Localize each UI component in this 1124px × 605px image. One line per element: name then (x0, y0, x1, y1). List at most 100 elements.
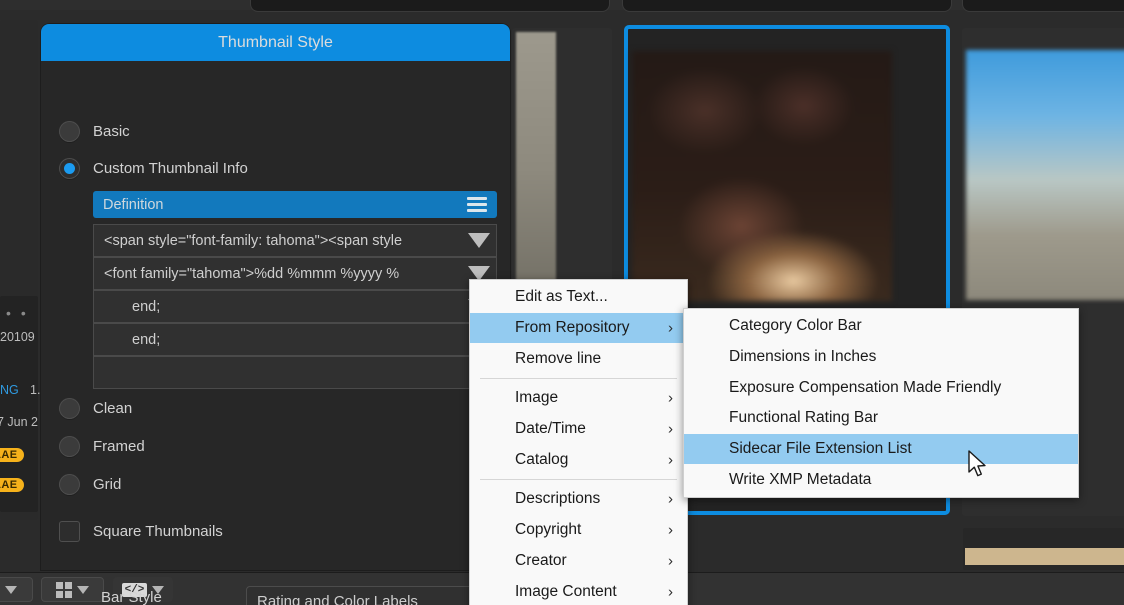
meta-left-size: 1. (30, 383, 41, 397)
thumbnail-style-dialog: Thumbnail Style Basic Custom Thumbnail I… (41, 24, 510, 605)
menu-separator-1 (480, 378, 677, 380)
thumbnail-image-3 (966, 50, 1124, 300)
grid-view-icon (56, 581, 72, 598)
meta-left-tag-2: AAE (0, 478, 25, 492)
definition-row-3-text: end; (132, 298, 161, 315)
chevron-dropdown-icon (4, 585, 17, 594)
menu-separator-2 (480, 479, 677, 481)
definition-row-1[interactable]: <span style="font-family: tahoma"><span … (93, 224, 497, 257)
radio-label-framed: Framed (93, 438, 145, 455)
rating-dots[interactable]: •• (6, 305, 36, 321)
menu-item-creator[interactable]: Creator › (470, 546, 687, 577)
radio-icon-basic[interactable] (59, 121, 80, 142)
context-menu: Edit as Text... From Repository › Remove… (469, 279, 688, 605)
radio-icon-framed[interactable] (59, 436, 80, 457)
thumbnail-card-top-2[interactable] (622, 0, 952, 12)
submenu-item-dimensions-in-inches[interactable]: Dimensions in Inches (684, 342, 1078, 373)
menu-item-image-content[interactable]: Image Content › (470, 576, 687, 605)
chevron-right-icon-4: › (668, 420, 673, 438)
chevron-right-icon-1: › (668, 319, 673, 337)
radio-icon-custom-thumbnail-info[interactable] (59, 158, 80, 179)
bar-style-label: Bar Style (101, 589, 162, 605)
radio-option-clean[interactable]: Clean (59, 398, 132, 419)
toolbar-button-grid-view[interactable] (41, 577, 104, 602)
toolbar-button-sort[interactable] (0, 577, 33, 602)
menu-item-label-8: Creator (515, 551, 567, 569)
menu-item-label-3: Image (515, 389, 559, 407)
submenu-item-label-3: Functional Rating Bar (729, 409, 879, 427)
dialog-body: Basic Custom Thumbnail Info Definition <… (41, 61, 510, 605)
meta-left-filename: 20109 (0, 330, 35, 344)
menu-item-copyright[interactable]: Copyright › (470, 515, 687, 546)
meta-left-tag-1: AAE (0, 448, 25, 462)
submenu-item-exposure-compensation-made-friendly[interactable]: Exposure Compensation Made Friendly (684, 372, 1078, 403)
color-label-bar (965, 548, 1124, 565)
menu-item-label-9: Image Content (515, 582, 617, 600)
chevron-right-icon-3: › (668, 389, 673, 407)
radio-option-custom-thumbnail-info[interactable]: Custom Thumbnail Info (59, 158, 248, 179)
definition-row-3[interactable]: end; (93, 290, 497, 323)
checkbox-icon-square-thumbnails[interactable] (59, 521, 80, 542)
definition-row-2-text: <font family="tahoma">%dd %mmm %yyyy % (104, 265, 400, 282)
definition-row-5[interactable] (93, 356, 497, 389)
menu-item-label-5: Catalog (515, 450, 569, 468)
radio-label-clean: Clean (93, 400, 133, 417)
radio-option-grid[interactable]: Grid (59, 474, 121, 495)
radio-option-framed[interactable]: Framed (59, 436, 145, 457)
checkbox-square-thumbnails[interactable]: Square Thumbnails (59, 521, 223, 542)
submenu-item-sidecar-file-extension-list[interactable]: Sidecar File Extension List (684, 433, 1078, 465)
thumbnail-image-selected (632, 51, 892, 301)
definition-row-4[interactable]: end; (93, 323, 497, 356)
submenu-item-label-2: Exposure Compensation Made Friendly (729, 378, 1002, 396)
radio-icon-grid[interactable] (59, 474, 80, 495)
bar-style-value: Rating and Color Labels (257, 592, 418, 605)
checkbox-label-square-thumbnails: Square Thumbnails (93, 523, 223, 540)
hamburger-icon[interactable] (467, 197, 487, 212)
radio-label-custom-thumbnail-info: Custom Thumbnail Info (93, 160, 248, 177)
radio-icon-clean[interactable] (59, 398, 80, 419)
submenu-item-label-4: Sidecar File Extension List (729, 440, 912, 458)
screen-root: •• 20109 NG 1. 7 Jun 2 AAE AAE 220109~IM… (0, 0, 1124, 605)
chevron-right-icon-8: › (668, 552, 673, 570)
definition-row-2[interactable]: <font family="tahoma">%dd %mmm %yyyy % (93, 257, 497, 290)
menu-item-label-4: Date/Time (515, 420, 586, 438)
menu-item-from-repository[interactable]: From Repository › (470, 312, 687, 344)
menu-item-date-time[interactable]: Date/Time › (470, 414, 687, 445)
submenu-item-label-0: Category Color Bar (729, 317, 862, 335)
chevron-down-icon (77, 585, 89, 594)
chevron-right-icon-5: › (668, 451, 673, 469)
definition-row-1-text: <span style="font-family: tahoma"><span … (104, 232, 403, 249)
radio-label-basic: Basic (93, 123, 130, 140)
thumbnail-card-top-3[interactable] (962, 0, 1124, 12)
repository-submenu: Category Color Bar Dimensions in Inches … (683, 308, 1079, 499)
submenu-item-write-xmp-metadata[interactable]: Write XMP Metadata (684, 464, 1078, 495)
definition-header[interactable]: Definition (93, 191, 497, 218)
submenu-item-label-1: Dimensions in Inches (729, 348, 877, 366)
chevron-right-icon-7: › (668, 521, 673, 539)
meta-left-format: NG (0, 383, 19, 397)
menu-item-label-7: Copyright (515, 521, 582, 539)
dialog-title: Thumbnail Style (218, 33, 333, 51)
menu-item-catalog[interactable]: Catalog › (470, 444, 687, 475)
menu-item-descriptions[interactable]: Descriptions › (470, 484, 687, 515)
radio-label-grid: Grid (93, 476, 122, 493)
thumbnail-card-top-1[interactable] (250, 0, 610, 12)
definition-header-label: Definition (103, 196, 164, 213)
submenu-item-category-color-bar[interactable]: Category Color Bar (684, 311, 1078, 342)
menu-item-label-2: Remove line (515, 349, 602, 367)
submenu-item-label-5: Write XMP Metadata (729, 470, 872, 488)
dropdown-arrow-icon-1[interactable] (468, 233, 490, 248)
radio-option-basic[interactable]: Basic (59, 121, 130, 142)
mouse-cursor (968, 450, 986, 477)
thumbnail-image-2 (516, 32, 556, 317)
menu-item-label-1: From Repository (515, 319, 630, 337)
menu-item-label-6: Descriptions (515, 490, 601, 508)
menu-item-label-0: Edit as Text... (515, 288, 608, 306)
menu-item-edit-as-text[interactable]: Edit as Text... (470, 282, 687, 313)
chevron-right-icon-9: › (668, 583, 673, 601)
menu-item-image[interactable]: Image › (470, 383, 687, 414)
menu-item-remove-line[interactable]: Remove line (470, 343, 687, 374)
meta-left-date: 7 Jun 2 (0, 415, 39, 429)
dialog-title-bar: Thumbnail Style (41, 24, 510, 61)
submenu-item-functional-rating-bar[interactable]: Functional Rating Bar (684, 403, 1078, 434)
